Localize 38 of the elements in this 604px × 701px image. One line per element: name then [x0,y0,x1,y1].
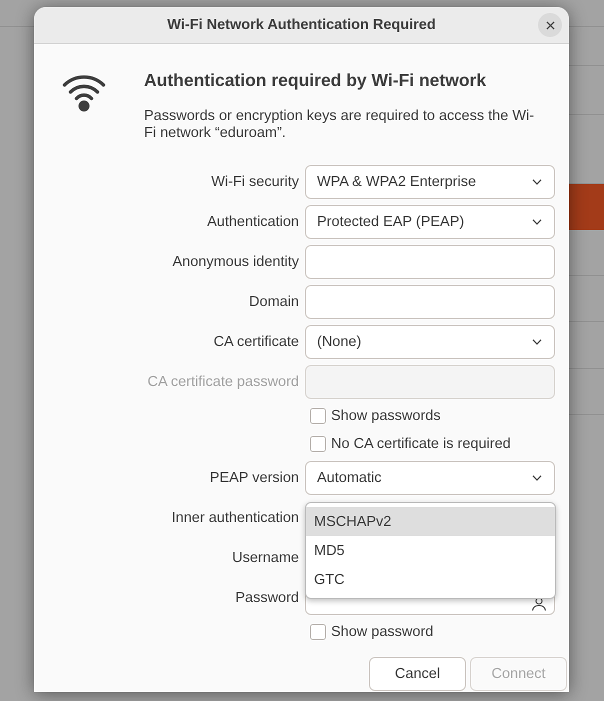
chevron-icon [532,339,542,345]
close-icon [546,20,554,30]
chevron-icon [532,179,542,185]
field-label: Domain [249,294,299,310]
chevron-icon [532,475,542,481]
wifi-icon [62,74,106,112]
dialog-heading: Authentication required by Wi-Fi network [144,69,488,91]
close-button[interactable] [538,13,562,37]
dialog-button[interactable]: Cancel [369,657,466,691]
checkbox[interactable] [310,624,326,640]
field-label: Username [232,550,299,566]
dropdown[interactable]: Automatic [305,461,555,495]
field-label: PEAP version [210,470,299,486]
menu-item[interactable]: MD5 [306,536,555,565]
field-label: Wi-Fi security [211,174,299,190]
dialog-message: Passwords or encryption keys are required to access the Wi-Fi network “eduroam”. [144,108,536,142]
input-field[interactable] [305,245,555,279]
highlighted-row [569,184,604,230]
dropdown[interactable]: Protected EAP (PEAP) [305,205,555,239]
dialog-title: Wi-Fi Network Authentication Required [167,17,436,33]
field-label: Anonymous identity [172,254,299,270]
field-label: CA certificate [214,334,299,350]
field-label: Authentication [207,214,299,230]
dropdown[interactable]: WPA & WPA2 Enterprise [305,165,555,199]
chevron-icon [532,219,542,225]
menu-item[interactable]: MSCHAPv2 [306,507,555,536]
checkbox-label[interactable]: No CA certificate is required [331,436,511,452]
menu-item[interactable]: GTC [306,565,555,594]
field-label: CA certificate password [147,374,299,390]
checkbox[interactable] [310,436,326,452]
checkbox-label[interactable]: Show passwords [331,408,441,424]
checkbox-label[interactable]: Show password [331,624,434,640]
field-label: Password [235,590,299,606]
checkbox[interactable] [310,408,326,424]
field-label: Inner authentication [172,510,299,526]
person-icon[interactable] [531,597,547,611]
dropdown[interactable]: (None) [305,325,555,359]
input-field[interactable] [305,285,555,319]
